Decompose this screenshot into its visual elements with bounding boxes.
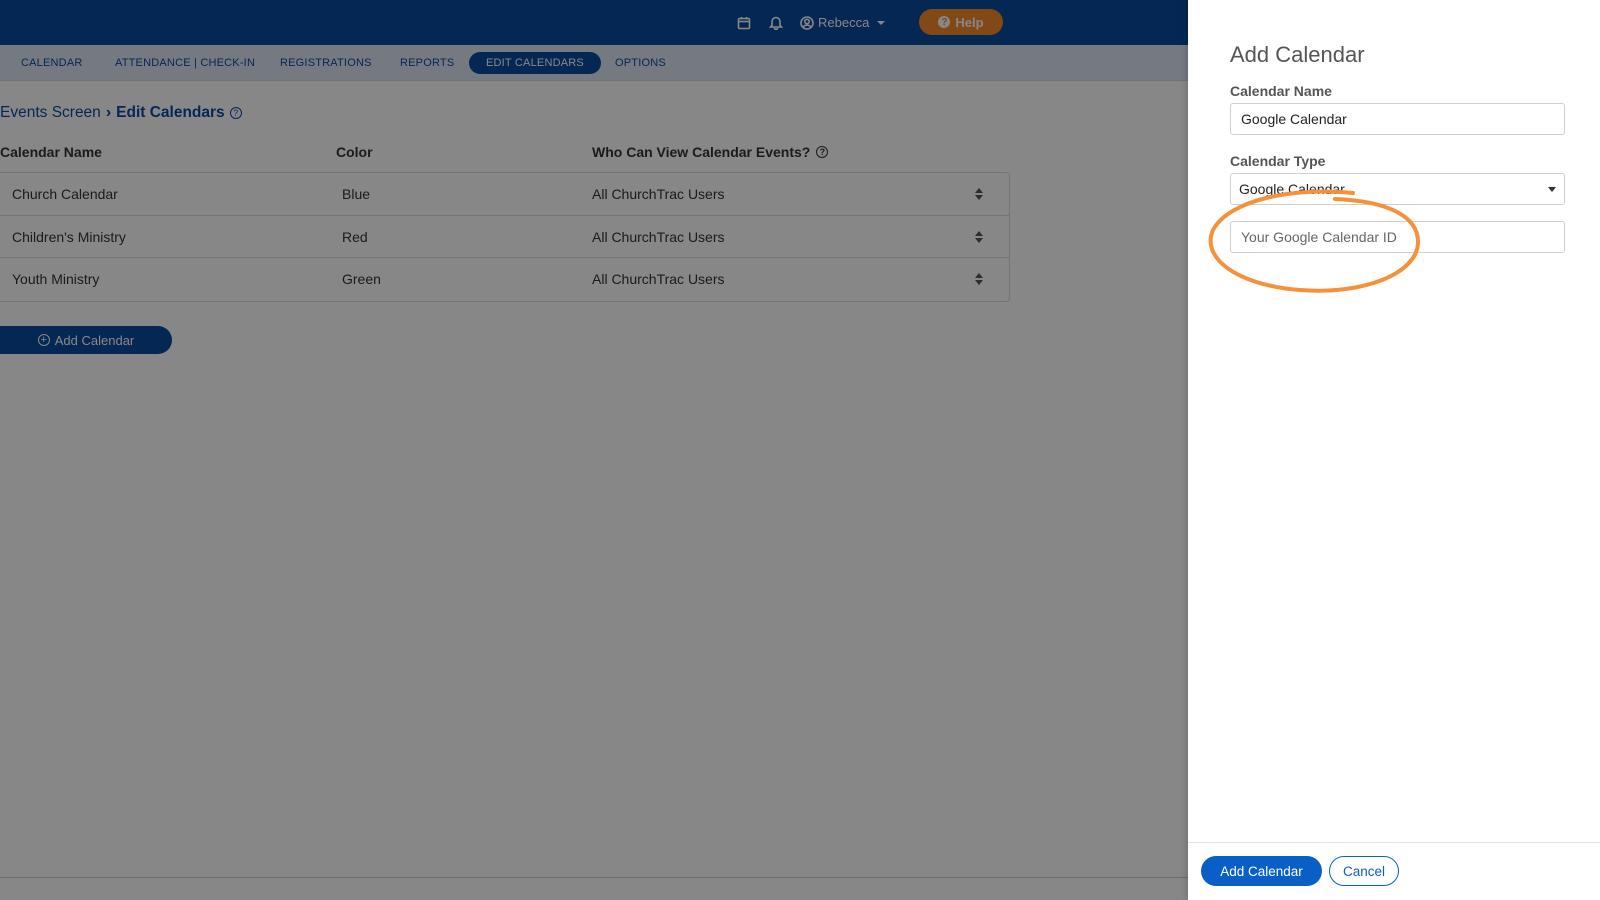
panel-footer-divider [1188,842,1600,843]
calendar-type-value: Google Calendar [1239,181,1345,197]
submit-add-calendar-button[interactable]: Add Calendar [1201,856,1322,886]
cancel-button[interactable]: Cancel [1329,856,1399,886]
calendar-type-label: Calendar Type [1230,153,1326,169]
modal-backdrop[interactable] [0,0,1188,900]
panel-title: Add Calendar [1230,42,1365,67]
calendar-name-input[interactable] [1230,103,1565,135]
google-calendar-id-input[interactable] [1230,221,1565,253]
calendar-type-select[interactable]: Google Calendar [1230,173,1565,205]
add-calendar-panel: Add Calendar Calendar Name Calendar Type… [1188,0,1600,900]
calendar-name-label: Calendar Name [1230,83,1332,99]
chevron-down-icon [1548,186,1556,192]
